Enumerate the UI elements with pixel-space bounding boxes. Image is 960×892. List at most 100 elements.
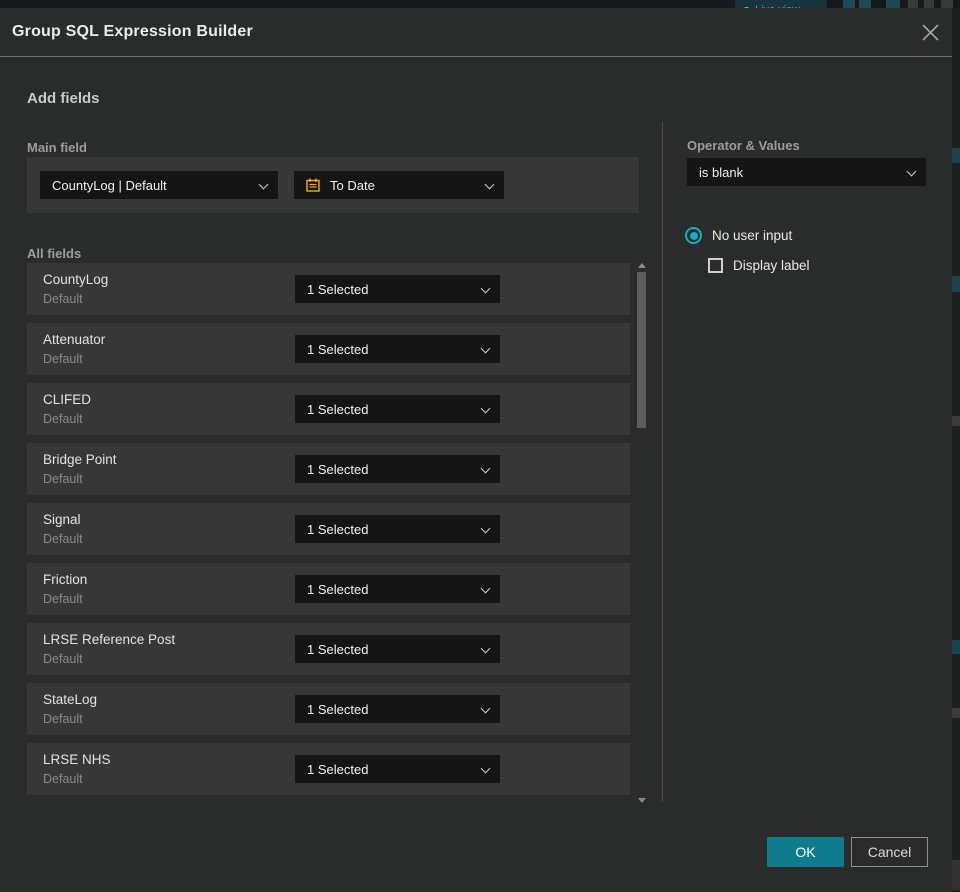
chevron-down-icon <box>484 179 495 190</box>
chevron-down-icon <box>480 703 491 714</box>
checkbox-unchecked-icon <box>708 258 723 273</box>
column-divider <box>662 122 663 802</box>
field-row: LRSE NHS Default 1 Selected <box>27 743 630 795</box>
field-name: CLIFED <box>43 392 92 407</box>
main-field-label: Main field <box>27 140 87 155</box>
main-field-type-value: To Date <box>330 177 375 193</box>
field-values-dropdown[interactable]: 1 Selected <box>295 455 500 483</box>
field-row: CountyLog Default 1 Selected <box>27 263 630 315</box>
field-subtitle: Default <box>43 472 83 486</box>
operator-dropdown-value: is blank <box>699 164 744 180</box>
radio-selected-icon <box>685 227 702 244</box>
main-field-type-dropdown[interactable]: To Date <box>294 171 504 199</box>
field-name: LRSE NHS <box>43 752 111 767</box>
field-values-dropdown-value: 1 Selected <box>307 761 369 777</box>
all-fields-label: All fields <box>27 246 82 261</box>
field-row: Signal Default 1 Selected <box>27 503 630 555</box>
background-fragment <box>952 708 960 718</box>
field-values-dropdown[interactable]: 1 Selected <box>295 575 500 603</box>
field-values-dropdown[interactable]: 1 Selected <box>295 515 500 543</box>
field-name: StateLog <box>43 692 98 707</box>
operator-dropdown[interactable]: is blank <box>687 158 926 186</box>
close-icon[interactable] <box>921 23 940 42</box>
chevron-down-icon <box>480 403 491 414</box>
field-values-dropdown-value: 1 Selected <box>307 581 369 597</box>
field-values-dropdown[interactable]: 1 Selected <box>295 395 500 423</box>
field-values-dropdown-value: 1 Selected <box>307 341 369 357</box>
dialog-titlebar: Group SQL Expression Builder <box>0 8 952 56</box>
field-row: Attenuator Default 1 Selected <box>27 323 630 375</box>
field-name: Attenuator <box>43 332 106 347</box>
field-values-dropdown[interactable]: 1 Selected <box>295 635 500 663</box>
all-fields-list: CountyLog Default 1 Selected Attenuator … <box>27 263 630 803</box>
chevron-down-icon <box>906 166 917 177</box>
field-values-dropdown[interactable]: 1 Selected <box>295 695 500 723</box>
field-subtitle: Default <box>43 592 83 606</box>
background-app-toolbar: Live view <box>0 0 960 8</box>
background-app-edge <box>952 8 960 892</box>
titlebar-separator <box>0 56 952 57</box>
field-subtitle: Default <box>43 712 83 726</box>
field-subtitle: Default <box>43 412 83 426</box>
chevron-down-icon <box>480 643 491 654</box>
chevron-down-icon <box>258 179 269 190</box>
chevron-down-icon <box>480 763 491 774</box>
field-subtitle: Default <box>43 532 83 546</box>
cancel-button[interactable]: Cancel <box>851 837 928 867</box>
field-name: Bridge Point <box>43 452 117 467</box>
field-values-dropdown-value: 1 Selected <box>307 701 369 717</box>
field-values-dropdown-value: 1 Selected <box>307 641 369 657</box>
chevron-down-icon <box>480 463 491 474</box>
no-user-input-radio[interactable]: No user input <box>685 227 792 244</box>
field-subtitle: Default <box>43 652 83 666</box>
dialog-title: Group SQL Expression Builder <box>12 23 253 40</box>
toolbar-icon-fragment <box>886 0 900 8</box>
field-subtitle: Default <box>43 352 83 366</box>
field-row: Bridge Point Default 1 Selected <box>27 443 630 495</box>
fields-list-scrollbar[interactable] <box>636 263 648 803</box>
field-subtitle: Default <box>43 772 83 786</box>
main-field-dropdown[interactable]: CountyLog | Default <box>40 171 278 199</box>
toolbar-icon-fragment <box>941 0 953 8</box>
field-name: LRSE Reference Post <box>43 632 176 647</box>
field-row: CLIFED Default 1 Selected <box>27 383 630 435</box>
background-fragment <box>952 640 960 654</box>
scroll-up-icon[interactable] <box>638 263 646 268</box>
background-fragment <box>952 148 960 163</box>
field-values-dropdown[interactable]: 1 Selected <box>295 335 500 363</box>
toolbar-icon-fragment <box>924 0 934 8</box>
add-fields-heading: Add fields <box>27 90 100 107</box>
operator-values-label: Operator & Values <box>687 138 800 153</box>
field-values-dropdown[interactable]: 1 Selected <box>295 755 500 783</box>
scroll-down-icon[interactable] <box>638 798 646 803</box>
field-values-dropdown-value: 1 Selected <box>307 281 369 297</box>
chevron-down-icon <box>480 523 491 534</box>
display-label-checkbox[interactable]: Display label <box>708 258 810 273</box>
screen: Live view Group SQL Expression Builder A… <box>0 0 960 892</box>
calendar-icon <box>306 178 320 192</box>
field-row: LRSE Reference Post Default 1 Selected <box>27 623 630 675</box>
field-name: Friction <box>43 572 88 587</box>
display-label-text: Display label <box>733 258 810 273</box>
live-view-toggle[interactable]: Live view <box>735 0 827 8</box>
main-field-panel: CountyLog | Default To Date <box>27 157 639 213</box>
scrollbar-thumb[interactable] <box>637 272 646 428</box>
chevron-down-icon <box>480 283 491 294</box>
field-row: Friction Default 1 Selected <box>27 563 630 615</box>
group-sql-expression-builder-dialog: Group SQL Expression Builder Add fields … <box>0 8 952 892</box>
chevron-down-icon <box>480 583 491 594</box>
chevron-down-icon <box>480 343 491 354</box>
field-values-dropdown-value: 1 Selected <box>307 401 369 417</box>
field-values-dropdown-value: 1 Selected <box>307 521 369 537</box>
background-fragment <box>952 416 960 426</box>
ok-button[interactable]: OK <box>767 837 844 867</box>
field-values-dropdown[interactable]: 1 Selected <box>295 275 500 303</box>
field-name: Signal <box>43 512 81 527</box>
toolbar-icon-fragment <box>908 0 918 8</box>
background-fragment <box>952 276 960 292</box>
field-subtitle: Default <box>43 292 83 306</box>
field-values-dropdown-value: 1 Selected <box>307 461 369 477</box>
main-field-dropdown-value: CountyLog | Default <box>52 177 167 193</box>
field-name: CountyLog <box>43 272 109 287</box>
no-user-input-label: No user input <box>712 228 793 243</box>
